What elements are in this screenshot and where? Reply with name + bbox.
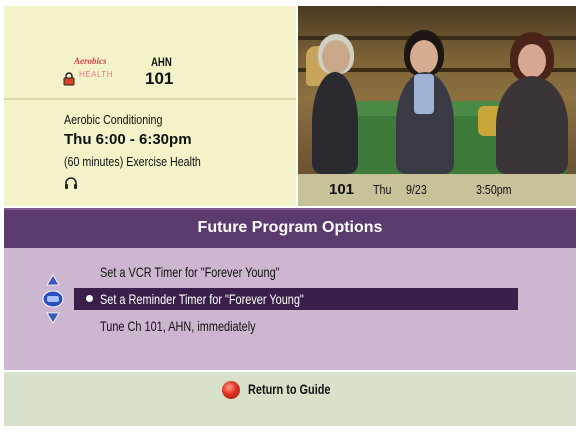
- program-info-panel: Aerobics HEALTH AHN 101 Aerobic Conditio…: [4, 6, 296, 206]
- options-title-bar: Future Program Options: [4, 208, 576, 248]
- selected-bullet-icon: [86, 295, 93, 302]
- status-channel: 101: [329, 181, 355, 198]
- channel-number: 101: [145, 69, 174, 88]
- lock-icon: [63, 72, 75, 86]
- program-title: Aerobic Conditioning: [64, 112, 163, 127]
- scroll-arrows-icon[interactable]: [41, 273, 65, 325]
- logo-text-bottom: HEALTH: [79, 70, 113, 79]
- video-frame: [298, 6, 576, 174]
- options-title: Future Program Options: [197, 219, 383, 236]
- status-day: Thu: [373, 182, 392, 197]
- option-tune-channel[interactable]: Tune Ch 101, AHN, immediately: [100, 318, 256, 334]
- headphones-icon: [65, 177, 77, 189]
- option-vcr-timer[interactable]: Set a VCR Timer for "Forever Young": [100, 264, 280, 280]
- option-label: Set a Reminder Timer for "Forever Young": [100, 291, 304, 307]
- status-date: 9/23: [406, 182, 427, 197]
- video-status-bar: 101 Thu 9/23 3:50pm: [298, 174, 576, 206]
- options-list: Set a VCR Timer for "Forever Young" Set …: [4, 248, 576, 370]
- logo-text-top: Aerobics: [74, 56, 107, 66]
- info-divider: [4, 98, 296, 100]
- channel-logo: Aerobics HEALTH: [74, 56, 124, 86]
- footer-bar: Return to Guide: [4, 372, 576, 426]
- program-time: Thu 6:00 - 6:30pm: [64, 131, 192, 148]
- program-description: (60 minutes) Exercise Health: [64, 154, 201, 169]
- video-preview: 101 Thu 9/23 3:50pm: [298, 6, 576, 206]
- status-time: 3:50pm: [476, 182, 512, 197]
- option-reminder-timer[interactable]: Set a Reminder Timer for "Forever Young": [74, 288, 518, 310]
- return-to-guide-button[interactable]: Return to Guide: [248, 381, 331, 397]
- channel-callsign: AHN: [151, 55, 172, 69]
- screen: Aerobics HEALTH AHN 101 Aerobic Conditio…: [0, 0, 579, 434]
- red-button-icon[interactable]: [222, 381, 240, 399]
